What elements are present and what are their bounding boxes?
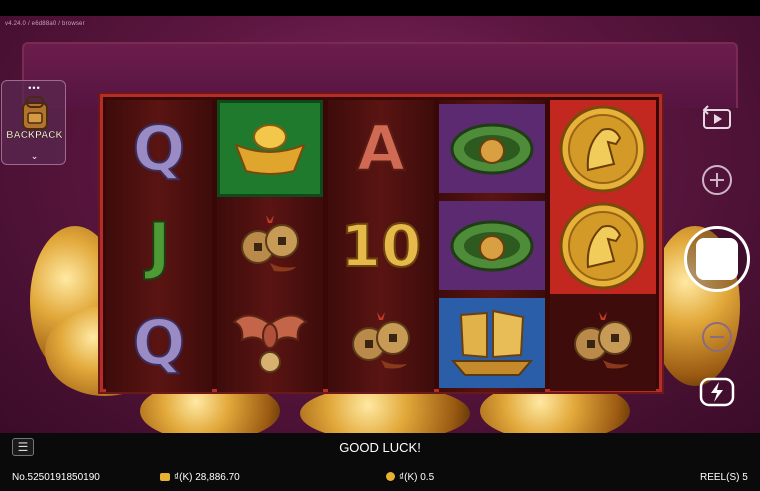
reel-3: A 10: [328, 100, 434, 392]
version-label: v4.24.0 / e6d88a0 / browser: [5, 21, 85, 27]
reel-5: [550, 100, 656, 392]
symbol-j: J: [106, 197, 212, 294]
bet-display: ₫(K) 0.5: [386, 472, 434, 483]
chinese-coins-icon: [328, 294, 434, 391]
bet-value: ₫(K) 0.5: [399, 472, 435, 483]
balance-value: ₫(K) 28,886.70: [174, 472, 240, 483]
more-dots-icon: •••: [28, 83, 41, 93]
symbol-q: Q: [106, 294, 212, 391]
chinese-coins-icon: [217, 197, 323, 294]
turbo-lightning-icon[interactable]: [698, 376, 736, 408]
backpack-icon: [22, 96, 48, 130]
backpack-button[interactable]: ••• BACKPACK ⌄: [1, 80, 66, 165]
balance-display: ₫(K) 28,886.70: [160, 472, 240, 483]
symbol-letter: A: [356, 111, 406, 185]
symbol-letter: Q: [132, 305, 187, 379]
ticket-number: No.5250191850190: [12, 472, 100, 483]
jade-ring-icon: [439, 104, 545, 193]
spin-stop-icon: [696, 238, 738, 280]
autoplay-icon[interactable]: [700, 103, 734, 135]
junk-ship-icon: [439, 298, 545, 388]
reel-4: [439, 100, 545, 392]
backpack-label: BACKPACK: [6, 130, 63, 142]
bat-icon: [217, 294, 323, 391]
gold-ingot-icon: [217, 100, 323, 197]
chinese-coins-icon: [550, 294, 656, 391]
horse-coin-icon: [550, 197, 656, 294]
chevron-down-icon: ⌄: [30, 151, 39, 161]
top-black-bar: [0, 0, 760, 16]
wallet-icon: [160, 473, 170, 481]
symbol-10: 10: [328, 197, 434, 294]
plus-icon[interactable]: [700, 163, 734, 197]
symbol-letter: Q: [132, 111, 187, 185]
spin-button[interactable]: [684, 226, 750, 292]
symbol-a: A: [328, 100, 434, 197]
reels-count: REEL(S) 5: [700, 472, 748, 483]
coins-icon: [386, 472, 395, 481]
horse-coin-icon: [550, 100, 656, 197]
symbol-letter: J: [146, 208, 171, 282]
minus-icon[interactable]: [700, 320, 734, 354]
status-message: GOOD LUCK!: [339, 440, 421, 455]
jade-ring-icon: [439, 201, 545, 290]
reel-2: [217, 100, 323, 392]
reel-1: Q J Q: [106, 100, 212, 392]
symbol-q: Q: [106, 100, 212, 197]
gold-pile-bottom-2: [300, 386, 470, 433]
symbol-letter: 10: [340, 211, 423, 280]
reel-window: Q J Q A 10: [100, 94, 662, 392]
